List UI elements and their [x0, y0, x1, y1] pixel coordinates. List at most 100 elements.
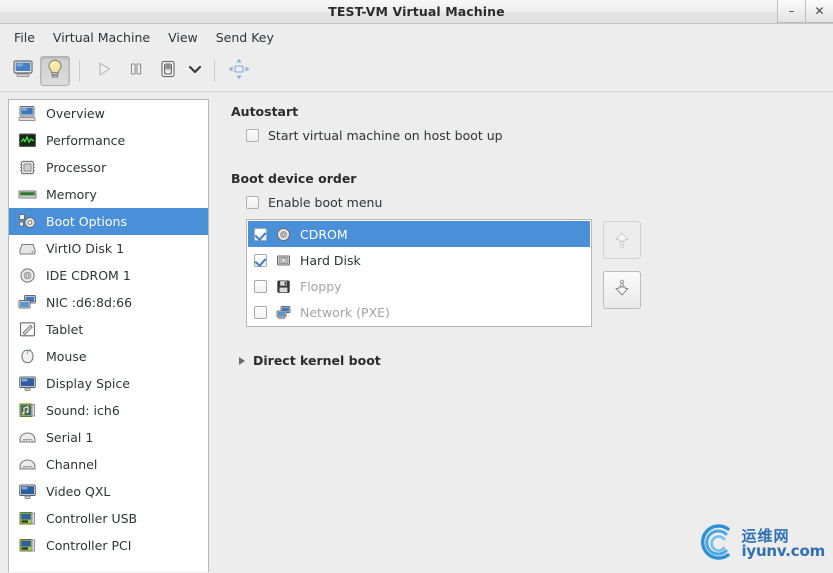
- arrow-down-icon: [611, 278, 633, 303]
- show-console-button[interactable]: [8, 56, 38, 86]
- graph-icon: [17, 132, 37, 150]
- boot-device-label: Hard Disk: [300, 252, 361, 268]
- move-down-button[interactable]: [603, 271, 641, 309]
- window-title: TEST-VM Virtual Machine: [328, 4, 505, 19]
- cdrom-icon: [275, 226, 292, 242]
- boot-gear-icon: [17, 213, 37, 231]
- sidebar-item-processor[interactable]: Processor: [9, 154, 208, 181]
- harddisk-icon: [275, 252, 292, 268]
- boot-device-checkbox[interactable]: [254, 305, 267, 319]
- sidebar-item-mouse[interactable]: Mouse: [9, 343, 208, 370]
- boot-device-order-heading: Boot device order: [231, 171, 357, 186]
- sidebar-item-label: Boot Options: [46, 214, 127, 229]
- sidebar-item-label: Channel: [46, 457, 98, 472]
- autostart-checkbox-label: Start virtual machine on host boot up: [268, 128, 503, 143]
- channel-icon: [17, 456, 37, 474]
- serial-icon: [17, 429, 37, 447]
- autostart-checkbox[interactable]: [246, 129, 259, 142]
- boot-device-list[interactable]: CDROM Hard Disk Floppy Network (PXE): [246, 219, 592, 327]
- cpu-icon: [17, 159, 37, 177]
- boot-options-panel: Autostart Start virtual machine on host …: [209, 92, 833, 572]
- toolbar: [0, 50, 833, 92]
- sidebar-item-performance[interactable]: Performance: [9, 127, 208, 154]
- menu-item-send-key[interactable]: Send Key: [208, 27, 282, 48]
- sidebar-item-memory[interactable]: Memory: [9, 181, 208, 208]
- resize-arrows-icon: [227, 57, 251, 84]
- show-details-button[interactable]: [40, 55, 70, 86]
- harddisk-icon: [17, 240, 37, 258]
- title-bar: TEST-VM Virtual Machine – ✕: [0, 0, 833, 24]
- menu-item-virtual-machine[interactable]: Virtual Machine: [45, 27, 158, 48]
- pause-button[interactable]: [121, 56, 151, 86]
- sidebar-item-overview[interactable]: Overview: [9, 100, 208, 127]
- network-icon: [17, 294, 37, 312]
- boot-device-checkbox[interactable]: [254, 253, 267, 267]
- sidebar-item-label: Overview: [46, 106, 105, 121]
- fullscreen-button[interactable]: [224, 56, 254, 86]
- direct-kernel-boot-expander[interactable]: Direct kernel boot: [239, 353, 833, 368]
- pause-icon: [126, 59, 146, 82]
- hardware-list[interactable]: Overview Performance Processor Memory Bo…: [8, 99, 209, 572]
- menu-item-file[interactable]: File: [6, 27, 43, 48]
- network-icon: [275, 304, 292, 320]
- floppy-icon: [275, 278, 292, 294]
- boot-device-row-cdrom[interactable]: CDROM: [248, 221, 590, 247]
- monitor-icon: [12, 59, 34, 82]
- minimize-button[interactable]: –: [777, 0, 805, 23]
- sidebar-item-label: Memory: [46, 187, 97, 202]
- main-body: Overview Performance Processor Memory Bo…: [0, 92, 833, 572]
- autostart-checkbox-row[interactable]: Start virtual machine on host boot up: [246, 128, 833, 143]
- boot-device-label: Floppy: [300, 278, 342, 294]
- sidebar-item-controller-usb[interactable]: Controller USB: [9, 505, 208, 532]
- sidebar-item-label: Performance: [46, 133, 126, 148]
- direct-kernel-boot-label: Direct kernel boot: [253, 353, 381, 368]
- boot-device-row-hard-disk[interactable]: Hard Disk: [248, 247, 590, 273]
- sidebar-item-virtio-disk-1[interactable]: VirtIO Disk 1: [9, 235, 208, 262]
- ram-icon: [17, 186, 37, 204]
- sidebar-item-serial-1[interactable]: Serial 1: [9, 424, 208, 451]
- sidebar-item-video-qxl[interactable]: Video QXL: [9, 478, 208, 505]
- shutdown-menu-button[interactable]: [185, 56, 205, 86]
- close-button[interactable]: ✕: [805, 0, 833, 23]
- autostart-heading: Autostart: [231, 104, 299, 119]
- sidebar-item-controller-pci[interactable]: Controller PCI: [9, 532, 208, 559]
- boot-device-row-floppy[interactable]: Floppy: [248, 273, 590, 299]
- sidebar-item-tablet[interactable]: Tablet: [9, 316, 208, 343]
- sidebar-item-label: Controller USB: [46, 511, 138, 526]
- virt-manager-window: TEST-VM Virtual Machine – ✕ File Virtual…: [0, 0, 833, 573]
- expander-triangle-icon[interactable]: [239, 356, 245, 365]
- boot-device-checkbox[interactable]: [254, 279, 267, 293]
- sidebar-item-boot-options[interactable]: Boot Options: [9, 208, 208, 235]
- menu-item-view[interactable]: View: [160, 27, 206, 48]
- sidebar-item-ide-cdrom-1[interactable]: IDE CDROM 1: [9, 262, 208, 289]
- video-icon: [17, 483, 37, 501]
- power-icon: [157, 58, 179, 83]
- sidebar-item-nic[interactable]: NIC :d6:8d:66: [9, 289, 208, 316]
- sidebar-item-label: IDE CDROM 1: [46, 268, 131, 283]
- mouse-icon: [17, 348, 37, 366]
- boot-device-label: Network (PXE): [300, 304, 390, 320]
- controller-card-icon: [17, 537, 37, 555]
- arrow-up-icon: [611, 228, 633, 253]
- swirl-logo-icon: [695, 520, 739, 567]
- shutdown-button[interactable]: [153, 56, 183, 86]
- boot-device-checkbox[interactable]: [254, 227, 267, 241]
- sidebar-item-channel[interactable]: Channel: [9, 451, 208, 478]
- toolbar-separator-1: [79, 59, 80, 82]
- controller-card-icon: [17, 510, 37, 528]
- run-button[interactable]: [89, 56, 119, 86]
- enable-boot-menu-row[interactable]: Enable boot menu: [246, 195, 833, 210]
- lightbulb-icon: [45, 58, 65, 83]
- sidebar-item-label: Mouse: [46, 349, 87, 364]
- sidebar-item-sound[interactable]: Sound: ich6: [9, 397, 208, 424]
- toolbar-separator-2: [214, 59, 215, 82]
- cdrom-icon: [17, 267, 37, 285]
- move-up-button[interactable]: [603, 221, 641, 259]
- enable-boot-menu-checkbox[interactable]: [246, 196, 259, 209]
- sidebar-item-label: Tablet: [46, 322, 84, 337]
- sidebar-item-display-spice[interactable]: Display Spice: [9, 370, 208, 397]
- menu-bar: File Virtual Machine View Send Key: [0, 24, 833, 50]
- sidebar-item-label: Sound: ich6: [46, 403, 120, 418]
- boot-device-row-network-pxe[interactable]: Network (PXE): [248, 299, 590, 325]
